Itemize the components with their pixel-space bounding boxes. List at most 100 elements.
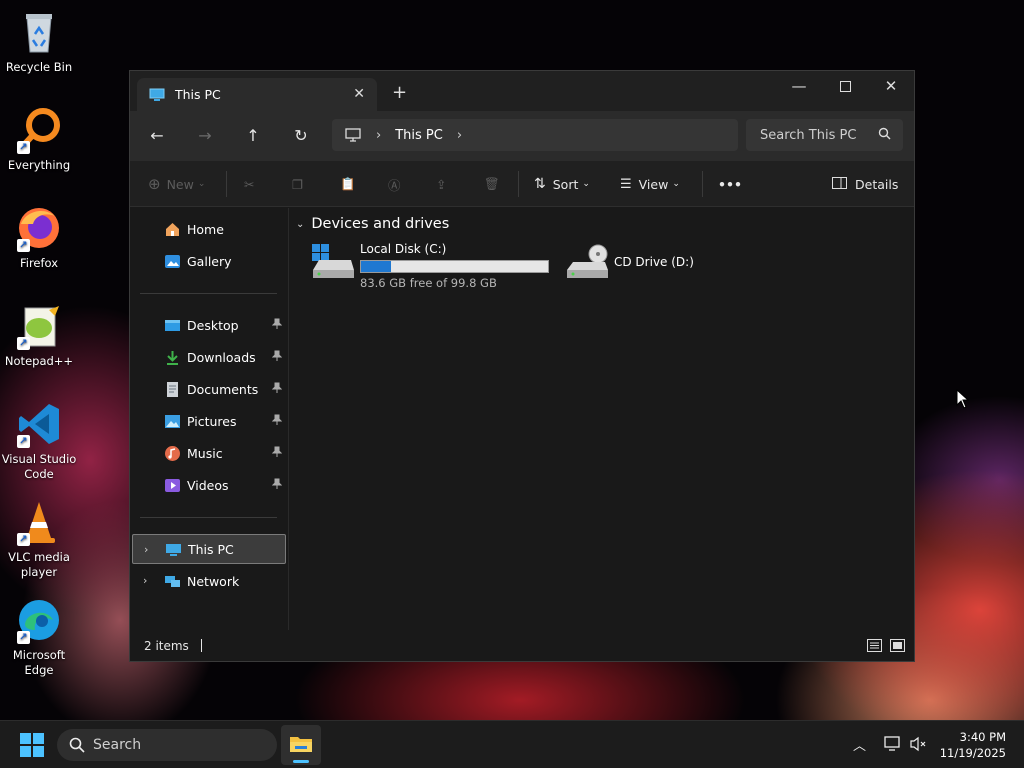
hard-drive-icon [310, 242, 356, 282]
start-button[interactable] [20, 733, 44, 760]
desktop-icon-edge[interactable]: ↗ Microsoft Edge [0, 596, 78, 678]
copy-icon[interactable]: ❐ [292, 174, 303, 194]
nav-item-this-pc[interactable]: › This PC [132, 534, 286, 564]
windows-logo-icon [20, 733, 44, 757]
nav-item-downloads[interactable]: Downloads [132, 342, 286, 372]
forward-arrow-icon[interactable]: → [194, 125, 216, 147]
network-icon [164, 573, 181, 590]
clock-time: 3:40 PM [959, 730, 1006, 744]
chevron-down-icon: ⌄ [197, 179, 206, 189]
breadcrumb-this-pc[interactable]: This PC [395, 128, 443, 143]
paste-icon[interactable]: 📋 [340, 174, 356, 194]
details-pane-icon [832, 176, 847, 192]
maximize-icon[interactable] [822, 71, 868, 101]
up-arrow-icon[interactable]: ↑ [242, 125, 264, 147]
more-options-button[interactable]: ••• [718, 174, 742, 194]
sort-button[interactable]: ⇅ Sort ⌄ [534, 174, 590, 194]
pin-icon[interactable] [271, 382, 283, 394]
chevron-down-icon: ⌄ [672, 179, 680, 189]
volume-muted-icon[interactable] [910, 736, 928, 755]
desktop-icon-vlc[interactable]: ↗ VLC media player [0, 498, 78, 580]
details-view-icon[interactable] [867, 639, 882, 655]
breadcrumb-chevron-icon[interactable]: › [376, 128, 381, 143]
network-status-icon[interactable] [884, 736, 902, 755]
new-button[interactable]: ⊕ New ⌄ [148, 174, 205, 194]
everything-icon: ↗ [15, 106, 63, 154]
home-icon [164, 221, 181, 238]
view-button[interactable]: ☰ View ⌄ [620, 174, 680, 194]
shortcut-arrow-icon: ↗ [17, 435, 30, 448]
nav-item-documents[interactable]: Documents [132, 374, 286, 404]
pin-icon[interactable] [271, 446, 283, 458]
large-icons-view-icon[interactable] [890, 639, 905, 655]
desktop-icon-recycle-bin[interactable]: Recycle Bin [0, 8, 78, 75]
item-count: 2 items [144, 638, 189, 653]
vlc-cone-icon: ↗ [15, 498, 63, 546]
nav-item-network[interactable]: › Network [132, 566, 286, 596]
gallery-icon [164, 253, 181, 270]
shortcut-arrow-icon: ↗ [17, 141, 30, 154]
download-arrow-icon [164, 349, 181, 366]
clock-date: 11/19/2025 [939, 746, 1006, 760]
system-clock[interactable]: 3:40 PM 11/19/2025 [940, 729, 1006, 761]
recycle-bin-icon [15, 8, 63, 56]
command-bar: ⊕ New ⌄ ✂ ❐ 📋 Ⓐ ⇪ 🗑 ⇅ Sort ⌄ ☰ View ⌄ ••… [130, 161, 914, 207]
desktop-icon-notepad-plus-plus[interactable]: ↗ Notepad++ [0, 302, 78, 369]
close-window-icon[interactable]: ✕ [868, 71, 914, 101]
taskbar-search[interactable]: Search [57, 729, 277, 761]
pin-icon[interactable] [271, 350, 283, 362]
tab-title: This PC [175, 87, 221, 102]
chevron-right-icon[interactable]: › [143, 574, 147, 587]
nav-item-videos[interactable]: Videos [132, 470, 286, 500]
nav-item-desktop[interactable]: Desktop [132, 310, 286, 340]
new-tab-button[interactable]: + [392, 84, 407, 102]
show-hidden-icons-chevron-icon[interactable]: ︿ [853, 735, 866, 754]
search-icon [878, 127, 891, 144]
cd-drive-icon [564, 242, 610, 282]
chevron-right-icon[interactable]: › [144, 543, 148, 556]
music-icon [164, 445, 181, 462]
taskbar: Search ︿ 3:40 PM 11/19/2025 [0, 720, 1024, 768]
plus-circle-icon: ⊕ [148, 175, 161, 193]
nav-item-pictures[interactable]: Pictures [132, 406, 286, 436]
desktop-icon-firefox[interactable]: ↗ Firefox [0, 204, 78, 271]
nav-item-home[interactable]: Home [132, 214, 286, 244]
pin-icon[interactable] [271, 414, 283, 426]
videos-icon [164, 477, 181, 494]
edge-icon: ↗ [15, 596, 63, 644]
shortcut-arrow-icon: ↗ [17, 337, 30, 350]
minimize-icon[interactable]: — [776, 71, 822, 101]
chevron-down-icon: ⌄ [296, 218, 305, 230]
pin-icon[interactable] [271, 478, 283, 490]
nav-item-music[interactable]: Music [132, 438, 286, 468]
pin-icon[interactable] [271, 318, 283, 330]
delete-icon[interactable]: 🗑 [484, 174, 500, 194]
document-icon [164, 381, 181, 398]
drive-local-disk-c[interactable]: Local Disk (C:) 83.6 GB free of 99.8 GB [310, 242, 549, 290]
search-input[interactable]: Search This PC [746, 119, 903, 151]
drive-name: CD Drive (D:) [614, 255, 694, 269]
mouse-cursor-icon [956, 388, 970, 412]
taskbar-file-explorer[interactable] [281, 725, 321, 765]
nav-item-gallery[interactable]: Gallery [132, 246, 286, 276]
breadcrumb-chevron-icon[interactable]: › [457, 128, 462, 143]
details-button[interactable]: Details [832, 174, 898, 194]
drive-name: Local Disk (C:) [360, 242, 447, 256]
rename-icon[interactable]: Ⓐ [388, 174, 401, 194]
back-arrow-icon[interactable]: ← [146, 125, 168, 147]
tab-this-pc[interactable]: This PC ✕ [137, 78, 377, 111]
refresh-icon[interactable]: ↻ [290, 125, 312, 147]
cut-icon[interactable]: ✂ [244, 174, 254, 194]
devices-group-header[interactable]: ⌄ Devices and drives [296, 216, 449, 232]
share-icon[interactable]: ⇪ [436, 174, 446, 194]
notepad-plus-plus-icon: ↗ [15, 302, 63, 350]
desktop-icon-vscode[interactable]: ↗ Visual Studio Code [0, 400, 78, 482]
drive-cd-d[interactable]: CD Drive (D:) [564, 242, 694, 282]
file-explorer-window: This PC ✕ + — ✕ ← → ↑ ↻ › This PC › Sear… [129, 70, 915, 662]
tab-close-icon[interactable]: ✕ [353, 86, 365, 102]
address-bar[interactable]: › This PC › [332, 119, 738, 151]
desktop-folder-icon [164, 317, 181, 334]
active-indicator [293, 760, 309, 763]
desktop-icon-everything[interactable]: ↗ Everything [0, 106, 78, 173]
status-divider [200, 639, 202, 652]
